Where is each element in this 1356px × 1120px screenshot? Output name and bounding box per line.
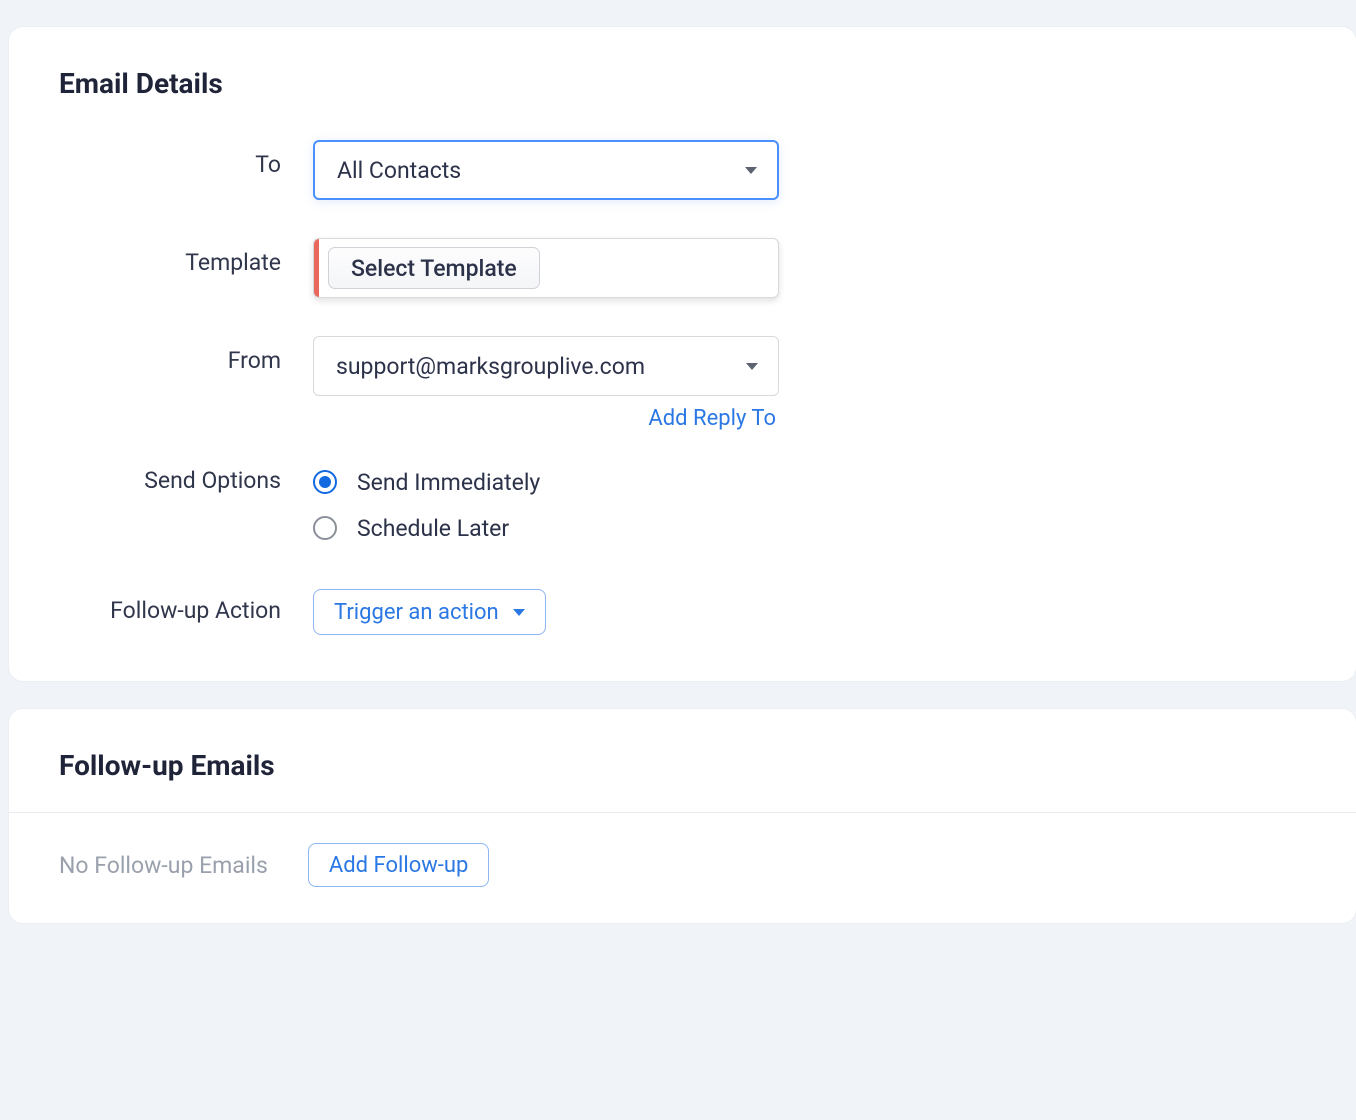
select-template-button[interactable]: Select Template (328, 247, 540, 289)
row-followup-action: Follow-up Action Trigger an action (59, 589, 1356, 635)
label-followup-action: Follow-up Action (59, 589, 313, 624)
followup-empty-text: No Follow-up Emails (59, 852, 268, 879)
radio-label: Send Immediately (357, 469, 540, 496)
to-select-value: All Contacts (337, 157, 461, 184)
trigger-action-button[interactable]: Trigger an action (313, 589, 546, 635)
followup-emails-card: Follow-up Emails No Follow-up Emails Add… (9, 709, 1356, 923)
row-to: To All Contacts (59, 140, 1356, 200)
to-select[interactable]: All Contacts (313, 140, 779, 200)
from-select[interactable]: support@marksgrouplive.com (313, 336, 779, 396)
add-followup-label: Add Follow-up (329, 853, 468, 878)
radio-icon (313, 516, 337, 540)
email-details-card: Email Details To All Contacts Template S… (9, 27, 1356, 681)
label-send-options: Send Options (59, 459, 313, 494)
label-from: From (59, 336, 313, 374)
add-followup-button[interactable]: Add Follow-up (308, 843, 489, 887)
row-from: From support@marksgrouplive.com Add Repl… (59, 336, 1356, 431)
caret-down-icon (746, 363, 758, 370)
radio-label: Schedule Later (357, 515, 509, 542)
section-title-followup: Follow-up Emails (59, 749, 1356, 782)
radio-send-immediately[interactable]: Send Immediately (313, 459, 540, 505)
row-template: Template Select Template (59, 238, 1356, 298)
trigger-action-label: Trigger an action (334, 600, 499, 625)
caret-down-icon (513, 609, 525, 616)
caret-down-icon (745, 167, 757, 174)
template-field[interactable]: Select Template (313, 238, 779, 298)
radio-icon (313, 470, 337, 494)
row-send-options: Send Options Send Immediately Schedule L… (59, 459, 1356, 551)
from-select-value: support@marksgrouplive.com (336, 353, 645, 380)
radio-schedule-later[interactable]: Schedule Later (313, 505, 540, 551)
add-reply-to-link[interactable]: Add Reply To (648, 406, 779, 431)
label-template: Template (59, 238, 313, 276)
label-to: To (59, 140, 313, 178)
section-title-email-details: Email Details (59, 67, 1356, 100)
